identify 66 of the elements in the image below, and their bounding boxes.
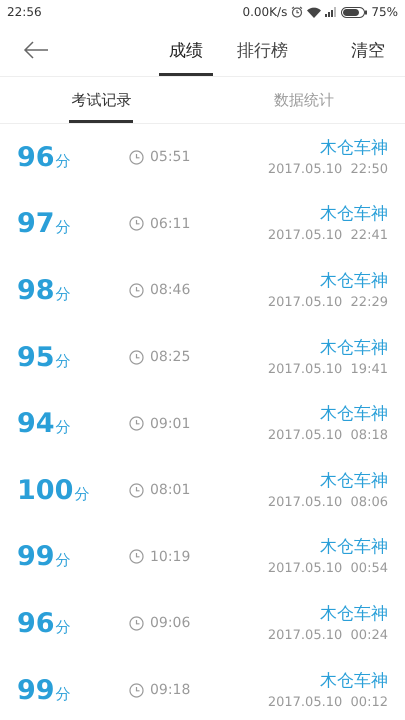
user-name: 木仓车神 xyxy=(320,136,388,159)
score-value: 98 xyxy=(17,274,55,306)
score-unit: 分 xyxy=(56,418,71,438)
score-value: 95 xyxy=(17,342,55,373)
score-unit: 分 xyxy=(56,284,71,304)
score-value: 99 xyxy=(17,674,55,706)
score-value: 100 xyxy=(17,474,74,506)
user-name: 木仓车神 xyxy=(320,536,388,558)
nav-tab[interactable]: 排行榜 xyxy=(227,24,298,76)
exam-date: 2017.05.10 22:41 xyxy=(268,228,388,244)
exam-date: 2017.05.10 22:50 xyxy=(268,162,388,177)
score-unit: 分 xyxy=(56,551,71,570)
back-arrow-icon[interactable] xyxy=(23,41,49,59)
exam-duration: 08:01 xyxy=(150,482,190,498)
exam-duration: 09:01 xyxy=(150,416,190,432)
user-name: 木仓车神 xyxy=(320,470,388,492)
clock-icon xyxy=(129,350,144,365)
network-speed: 0.00K/s xyxy=(242,5,288,19)
score-unit: 分 xyxy=(74,484,90,504)
exam-date: 2017.05.10 19:41 xyxy=(268,362,388,377)
score-value: 96 xyxy=(17,608,55,639)
exam-duration: 09:18 xyxy=(150,682,190,698)
exam-duration: 05:51 xyxy=(150,149,190,166)
exam-date: 2017.05.10 08:06 xyxy=(268,494,388,510)
score-value: 94 xyxy=(17,408,55,440)
score-unit: 分 xyxy=(56,684,71,704)
score-unit: 分 xyxy=(56,218,71,238)
battery-level: 75% xyxy=(371,5,398,19)
score-unit: 分 xyxy=(56,618,71,637)
exam-date: 2017.05.10 22:29 xyxy=(268,294,388,310)
clock-icon xyxy=(129,682,144,698)
exam-date: 2017.05.10 08:18 xyxy=(268,428,388,444)
user-name: 木仓车神 xyxy=(320,602,388,625)
user-name: 木仓车神 xyxy=(320,403,388,426)
user-name: 木仓车神 xyxy=(320,336,388,359)
battery-icon xyxy=(341,6,368,18)
clock-icon xyxy=(129,282,144,298)
clock-icon xyxy=(129,150,144,165)
score-unit: 分 xyxy=(56,152,71,171)
user-name: 木仓车神 xyxy=(320,270,388,292)
exam-date: 2017.05.10 00:24 xyxy=(268,628,388,643)
exam-duration: 08:46 xyxy=(150,282,190,298)
alarm-clock-icon xyxy=(291,6,304,18)
exam-date: 2017.05.10 00:12 xyxy=(268,694,388,710)
exam-duration: 06:11 xyxy=(150,216,190,232)
score-value: 96 xyxy=(17,142,55,173)
clock-icon xyxy=(129,482,144,498)
clear-button[interactable]: 清空 xyxy=(351,38,385,62)
exam-duration: 08:25 xyxy=(150,349,190,366)
score-value: 97 xyxy=(17,208,55,240)
exam-date: 2017.05.10 00:54 xyxy=(268,561,388,576)
status-time: 22:56 xyxy=(7,5,42,19)
exam-duration: 10:19 xyxy=(150,548,190,565)
wifi-icon xyxy=(307,6,322,18)
score-value: 99 xyxy=(17,541,55,572)
clock-icon xyxy=(129,616,144,631)
clock-icon xyxy=(129,216,144,232)
user-name: 木仓车神 xyxy=(320,670,388,692)
nav-tab[interactable]: 成绩 xyxy=(159,24,213,76)
score-unit: 分 xyxy=(56,352,71,371)
user-name: 木仓车神 xyxy=(320,203,388,226)
signal-icon xyxy=(325,7,338,17)
sub-tab[interactable]: 考试记录 xyxy=(69,77,134,123)
clock-icon xyxy=(129,549,144,564)
clock-icon xyxy=(129,416,144,432)
exam-duration: 09:06 xyxy=(150,615,190,632)
